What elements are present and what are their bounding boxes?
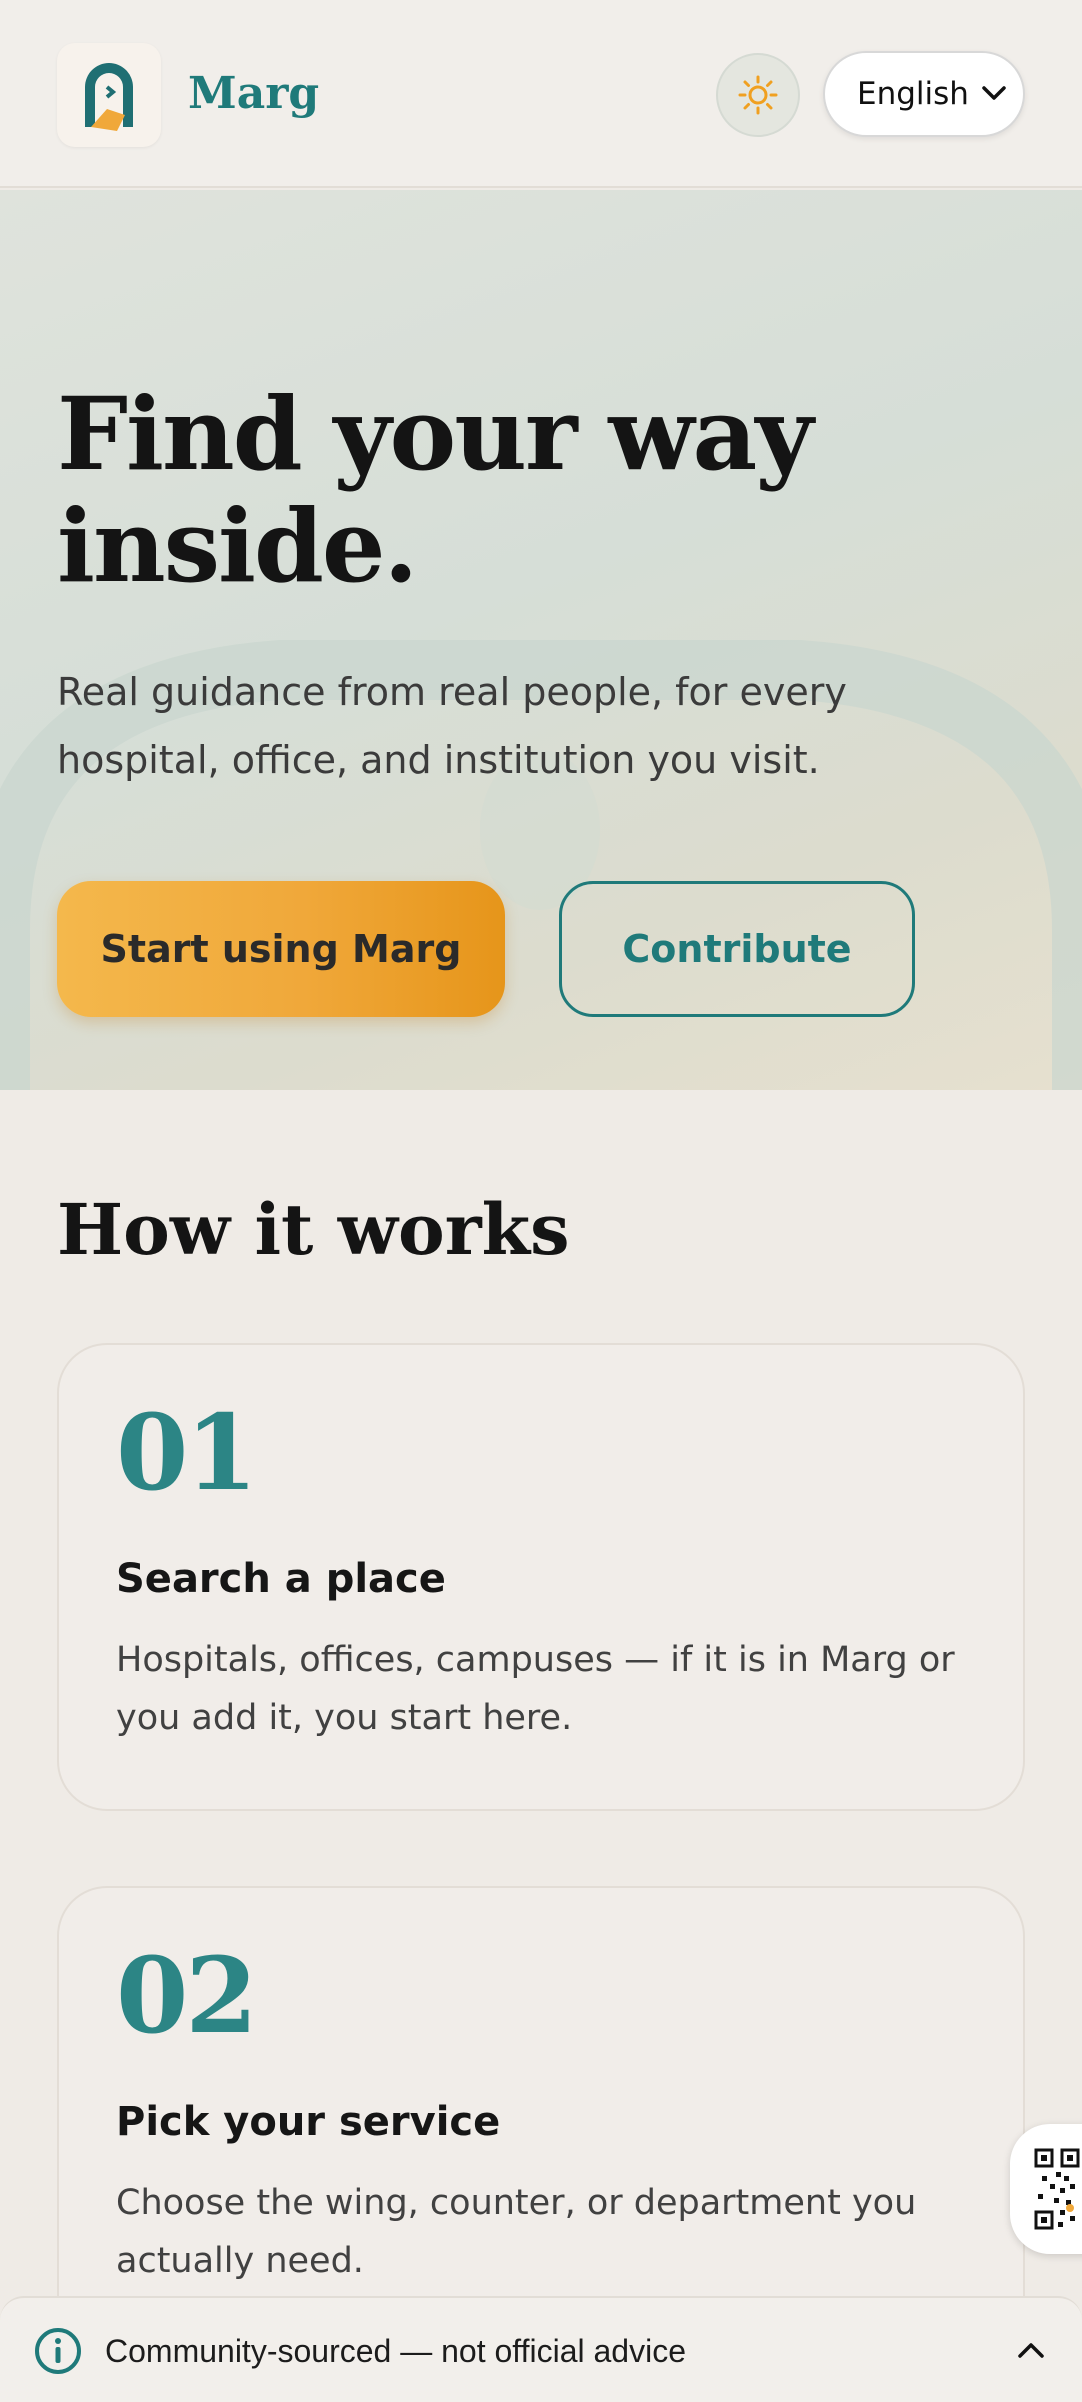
step-description: Hospitals, offices, campuses — if it is …: [116, 1640, 955, 1738]
app-header: Marg English: [0, 0, 1082, 188]
disclaimer-bar[interactable]: Community-sourced — not official advice: [0, 2296, 1082, 2402]
step-title: Pick your service: [116, 2099, 501, 2145]
language-label: English: [857, 76, 969, 112]
disclaimer-text: Community-sourced — not official advice: [105, 2333, 686, 2369]
step-card: 02 Pick your service Choose the wing, co…: [57, 1886, 1025, 2354]
step-number: 02: [116, 1934, 258, 2057]
hero-title: Find your way inside.: [57, 375, 813, 605]
info-icon: [35, 2328, 81, 2374]
step-number: 01: [116, 1391, 258, 1514]
marg-logo-icon: [85, 63, 133, 131]
hero-subtitle: Real guidance from real people, for ever…: [57, 670, 847, 782]
sun-icon: [738, 75, 778, 115]
logo[interactable]: [57, 43, 161, 147]
chevron-up-icon[interactable]: [1016, 2338, 1046, 2362]
how-it-works-title: How it works: [57, 1188, 570, 1271]
start-using-button[interactable]: Start using Marg: [57, 881, 505, 1017]
chevron-down-icon: [982, 86, 1006, 100]
step-description: Choose the wing, counter, or department …: [116, 2183, 917, 2281]
qr-code-button[interactable]: [1010, 2124, 1082, 2254]
language-select[interactable]: English: [823, 51, 1025, 137]
step-card: 01 Search a place Hospitals, offices, ca…: [57, 1343, 1025, 1811]
hero-section: Find your way inside. Real guidance from…: [0, 190, 1082, 1090]
contribute-button[interactable]: Contribute: [559, 881, 915, 1017]
qr-code-icon: [1034, 2148, 1080, 2230]
theme-toggle-button[interactable]: [716, 53, 800, 137]
brand-name[interactable]: Marg: [188, 62, 319, 126]
step-title: Search a place: [116, 1556, 446, 1602]
